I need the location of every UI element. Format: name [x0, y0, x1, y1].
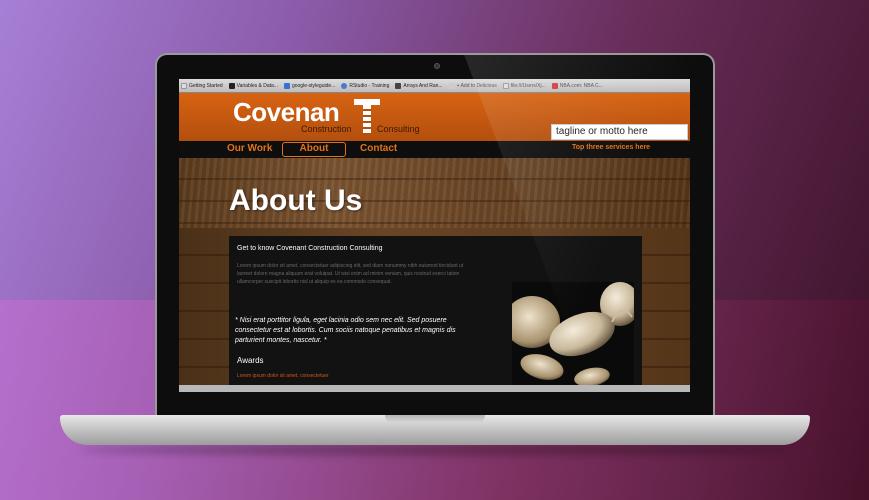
camera-icon: [434, 63, 440, 69]
content-area: Get to know Covenant Construction Consul…: [179, 228, 690, 392]
bookmark-delicious[interactable]: + Add to Delicious: [448, 82, 497, 89]
nba-icon: [551, 82, 558, 89]
site-header: Covenan Construction Consulting tagline …: [179, 93, 690, 141]
nav-our-work[interactable]: Our Work: [227, 143, 272, 154]
r-icon: [341, 82, 348, 89]
services-text: Top three services here: [572, 144, 651, 151]
laptop-base: [60, 415, 810, 445]
card-quote: * Nisi erat porttitor ligula, eget lacin…: [235, 317, 456, 344]
page-title: About Us: [229, 184, 363, 217]
card-body-text: Lorem ipsum dolor sit amet, consectetuer…: [237, 263, 464, 285]
bookmark-getting-started[interactable]: Getting Started: [181, 82, 223, 89]
c-icon: [228, 82, 235, 89]
plus-icon: [448, 82, 455, 89]
tagline-box: tagline or motto here: [551, 124, 688, 140]
awards-link[interactable]: Lorem ipsum dolor sit amet, consectetuer: [237, 373, 329, 379]
logo-subtitle-consulting: Consulting: [377, 124, 420, 134]
google-icon: [283, 82, 290, 89]
bookmark-variables[interactable]: Variables & Data...: [228, 82, 278, 89]
awards-heading: Awards: [237, 356, 264, 365]
nav-contact[interactable]: Contact: [360, 143, 397, 154]
laptop-shadow: [80, 445, 790, 455]
bookmark-rstudio[interactable]: RStudio - Training: [341, 82, 389, 89]
horizontal-scrollbar[interactable]: [179, 385, 690, 392]
card-heading: Get to know Covenant Construction Consul…: [237, 245, 383, 252]
bookmark-nba[interactable]: NBA.com: NBA C...: [551, 82, 603, 89]
bookmark-google-styleguide[interactable]: google-styleguide...: [283, 82, 335, 89]
laptop-notch: [385, 415, 485, 423]
bookmark-arrays[interactable]: Arrays And Ran...: [395, 82, 443, 89]
page-icon: [181, 82, 187, 89]
bookmarks-bar: Getting Started Variables & Data... goog…: [179, 79, 690, 93]
array-icon: [395, 82, 402, 89]
nav-about[interactable]: About: [282, 142, 346, 157]
main-nav: Our Work About Contact Top three service…: [179, 141, 690, 158]
bookmark-file[interactable]: file:///Users/Xj...: [502, 82, 546, 89]
about-card: Get to know Covenant Construction Consul…: [229, 236, 642, 392]
file-icon: [502, 82, 509, 89]
logo-subtitle-construction: Construction: [301, 124, 352, 134]
laptop-screen: Getting Started Variables & Data... goog…: [179, 79, 690, 392]
garlic-image: [504, 282, 640, 392]
hero-banner: About Us: [179, 158, 690, 228]
